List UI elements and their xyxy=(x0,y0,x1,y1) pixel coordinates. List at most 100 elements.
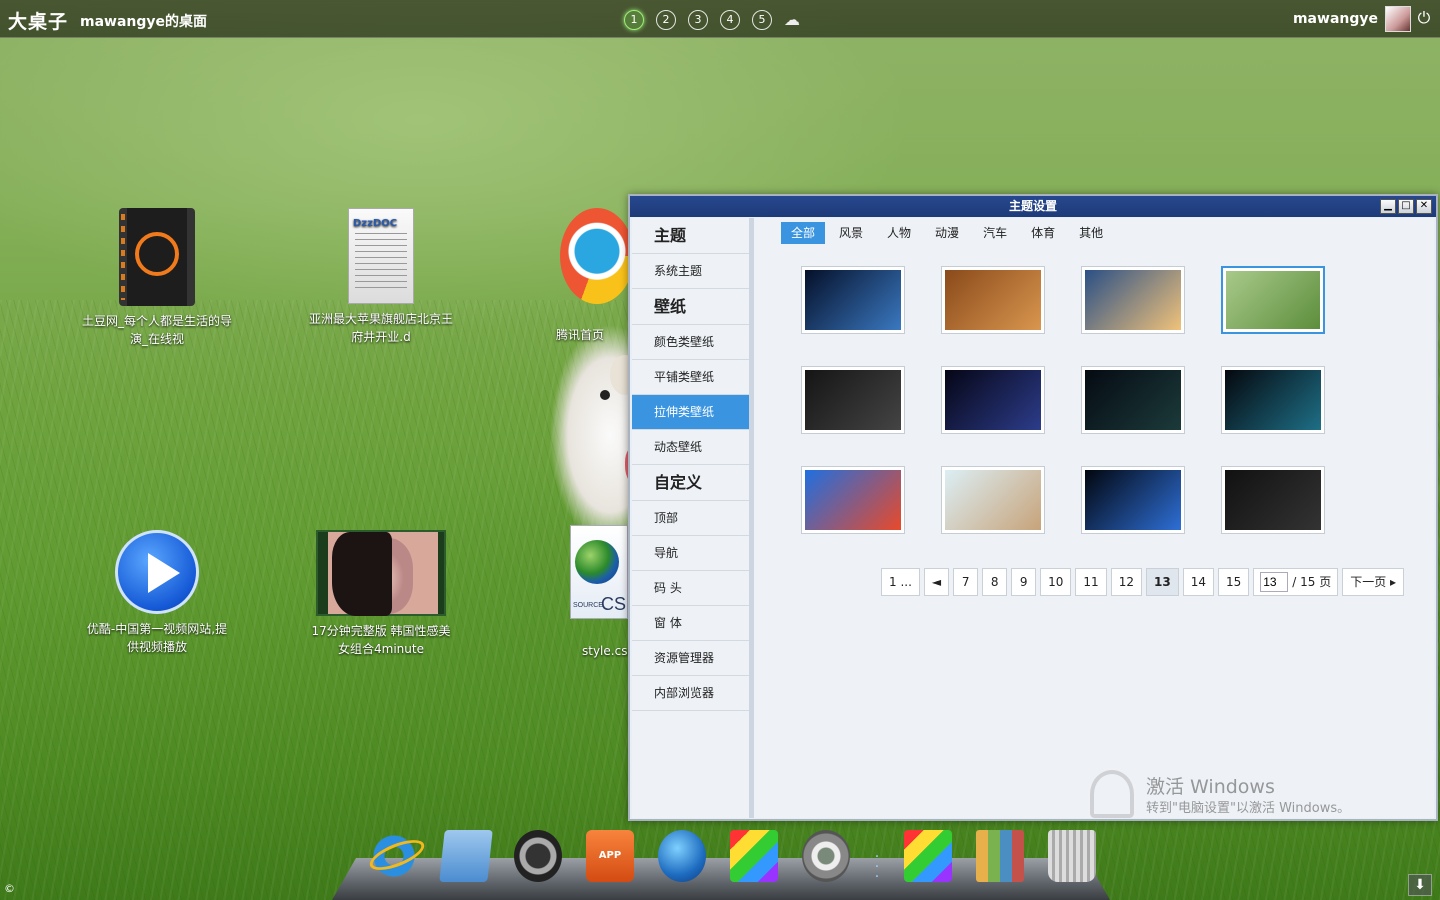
trash-icon[interactable] xyxy=(1048,830,1096,882)
maximize-button[interactable]: □ xyxy=(1398,199,1414,214)
sidebar-item-file-manager[interactable]: 资源管理器 xyxy=(632,641,749,676)
desktop-icon-label: 土豆网_每个人都是生活的导演_在线视 xyxy=(82,314,233,346)
sidebar-item-color-wallpaper[interactable]: 颜色类壁纸 xyxy=(632,325,749,360)
dock: APP · · · xyxy=(370,830,1096,885)
page-button[interactable]: 15 xyxy=(1217,568,1250,596)
sidebar-item-window[interactable]: 窗 体 xyxy=(632,606,749,641)
dialog-title: 主题设置 xyxy=(1008,199,1057,213)
tab-sports[interactable]: 体育 xyxy=(1021,222,1065,244)
page-button[interactable]: 11 xyxy=(1075,568,1107,596)
pagination: 1 ... ◄ 7 8 9 10 11 12 13 14 15 / 15 页 下… xyxy=(881,568,1405,596)
page-4-button[interactable]: 4 xyxy=(720,10,740,30)
copyright-icon[interactable]: © xyxy=(4,882,15,895)
wallpaper-thumb-bokeh-lights[interactable] xyxy=(941,366,1045,434)
wallpaper-thumb-dark-brushed[interactable] xyxy=(1221,466,1325,534)
wallpaper-thumb-teal-nebula[interactable] xyxy=(1221,366,1325,434)
video-file-icon xyxy=(119,208,195,306)
paint-icon[interactable] xyxy=(730,830,778,882)
sidebar-item-dynamic-wallpaper[interactable]: 动态壁纸 xyxy=(632,430,749,465)
wallpaper-preview xyxy=(945,270,1041,330)
sidebar-item-dock[interactable]: 码 头 xyxy=(632,571,749,606)
sidebar-item-nav[interactable]: 导航 xyxy=(632,536,749,571)
user-name[interactable]: mawangye xyxy=(1293,11,1378,27)
sidebar-item-tile-wallpaper[interactable]: 平铺类壁纸 xyxy=(632,360,749,395)
page-button[interactable]: 12 xyxy=(1110,568,1142,596)
sidebar-header-wallpaper: 壁纸 xyxy=(632,289,749,325)
tab-other[interactable]: 其他 xyxy=(1069,222,1113,244)
desktop-icon-apple-store-doc[interactable]: DzzDOC 亚洲最大苹果旗舰店北京王府井开业.d xyxy=(306,208,456,346)
www-icon[interactable] xyxy=(658,830,706,882)
desktop-icon-label: 17分钟完整版 韩国性感美女组合4minute xyxy=(311,624,451,656)
wallpaper-thumb-blue-planet[interactable] xyxy=(1081,466,1185,534)
theme-settings-dialog: 主题设置 ▁ □ ✕ 主题 系统主题 壁纸 颜色类壁纸 平铺类壁纸 拉伸类壁纸 … xyxy=(628,194,1438,821)
page-1-button[interactable]: 1 xyxy=(624,10,644,30)
dialog-body: 主题 系统主题 壁纸 颜色类壁纸 平铺类壁纸 拉伸类壁纸 动态壁纸 自定义 顶部… xyxy=(632,218,1434,818)
page-next-button[interactable]: 下一页 ▸ xyxy=(1342,568,1405,596)
wallpaper-preview xyxy=(805,370,901,430)
key-icon xyxy=(1090,770,1134,818)
settings-gear-icon[interactable] xyxy=(802,830,850,882)
dzzdoc-file-icon: DzzDOC xyxy=(348,208,414,304)
wallpaper-thumb-nebula-planet[interactable] xyxy=(1081,366,1185,434)
desktop-icon-youku[interactable]: 优酷-中国第一视频网站,提供视频播放 xyxy=(82,530,232,656)
desktop-icon-4minute-video[interactable]: 17分钟完整版 韩国性感美女组合4minute xyxy=(306,530,456,658)
desktop-icon-tencent[interactable]: 腾讯首页 xyxy=(556,326,636,344)
wallpaper-thumb-sunset-sky[interactable] xyxy=(1081,266,1185,334)
page-button[interactable]: 7 xyxy=(953,568,979,596)
css-file-icon[interactable]: SOURCE CS xyxy=(570,525,628,619)
page-prev-button[interactable]: ◄ xyxy=(923,568,950,596)
wallpaper-preview xyxy=(1085,370,1181,430)
dialog-titlebar[interactable]: 主题设置 ▁ □ ✕ xyxy=(630,196,1436,217)
page-5-button[interactable]: 5 xyxy=(752,10,772,30)
tab-scenery[interactable]: 风景 xyxy=(829,222,873,244)
dock-separator: · · · xyxy=(874,849,880,885)
wallpaper-thumb-dark-carbon[interactable] xyxy=(801,366,905,434)
page-button[interactable]: 14 xyxy=(1182,568,1214,596)
desktop-title: mawangye的桌面 xyxy=(80,14,208,30)
wallpaper-thumb-room-shelf[interactable] xyxy=(941,466,1045,534)
wallpaper-preview xyxy=(1225,370,1321,430)
page-button[interactable]: 8 xyxy=(982,568,1008,596)
minimize-button[interactable]: ▁ xyxy=(1380,199,1396,214)
wallpaper-thumb-puppy-grass[interactable] xyxy=(1221,266,1325,334)
page-button[interactable]: 10 xyxy=(1040,568,1072,596)
page-3-button[interactable]: 3 xyxy=(688,10,708,30)
dashboard-icon[interactable] xyxy=(514,830,562,882)
arrow-down-icon[interactable]: ⬇ xyxy=(1408,874,1432,896)
app-store-icon[interactable]: APP xyxy=(586,830,634,882)
sidebar-item-top[interactable]: 顶部 xyxy=(632,501,749,536)
page-jump: / 15 页 xyxy=(1253,568,1339,596)
tab-anime[interactable]: 动漫 xyxy=(925,222,969,244)
brand-logo: 大桌子 xyxy=(8,11,69,33)
desktop-icon-tudou[interactable]: 土豆网_每个人都是生活的导演_在线视 xyxy=(82,208,232,348)
books-icon[interactable] xyxy=(976,830,1024,882)
page-button[interactable]: 9 xyxy=(1011,568,1037,596)
page-jump-input[interactable] xyxy=(1260,572,1289,592)
avatar[interactable] xyxy=(1385,6,1411,32)
wallpaper-thumb-rainbow-stripes[interactable] xyxy=(801,466,905,534)
sidebar-item-browser[interactable]: 内部浏览器 xyxy=(632,676,749,711)
page-2-button[interactable]: 2 xyxy=(656,10,676,30)
tab-all[interactable]: 全部 xyxy=(781,222,826,244)
power-icon[interactable]: ⏻ xyxy=(1414,8,1434,28)
sidebar-item-stretch-wallpaper[interactable]: 拉伸类壁纸 xyxy=(632,395,749,430)
ie-icon[interactable] xyxy=(370,830,418,882)
qq-icon[interactable] xyxy=(560,208,634,304)
cloud-icon[interactable]: ☁ xyxy=(784,10,804,30)
wallpaper-preview xyxy=(1085,470,1181,530)
wallpaper-preview xyxy=(805,270,901,330)
wallpaper-thumb-brown-wood[interactable] xyxy=(941,266,1045,334)
desktop-icon-label: 腾讯首页 xyxy=(556,328,605,342)
sidebar-item-system-theme[interactable]: 系统主题 xyxy=(632,254,749,289)
desktop-icon-label: 亚洲最大苹果旗舰店北京王府井开业.d xyxy=(308,312,453,344)
page-first-button[interactable]: 1 ... xyxy=(881,568,920,596)
tab-people[interactable]: 人物 xyxy=(877,222,921,244)
paint-icon-2[interactable] xyxy=(904,830,952,882)
folder-icon[interactable] xyxy=(439,830,493,882)
page-button-current[interactable]: 13 xyxy=(1145,568,1179,596)
chevron-right-icon: ▸ xyxy=(1390,575,1397,589)
close-button[interactable]: ✕ xyxy=(1416,199,1432,214)
sidebar-header-custom: 自定义 xyxy=(632,465,749,501)
tab-cars[interactable]: 汽车 xyxy=(973,222,1017,244)
wallpaper-thumb-space-planets[interactable] xyxy=(801,266,905,334)
